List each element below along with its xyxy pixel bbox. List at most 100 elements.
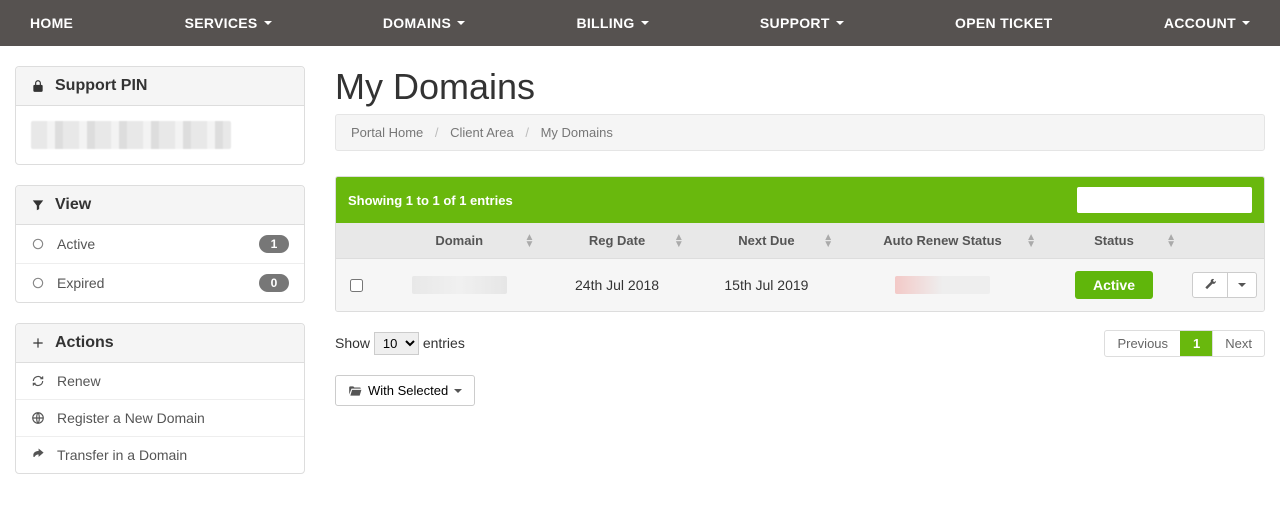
with-selected-label: With Selected	[368, 383, 448, 398]
nav-billing-label: BILLING	[576, 15, 634, 31]
caret-down-icon	[1238, 283, 1246, 287]
col-domain[interactable]: Domain ▲▼	[376, 223, 542, 259]
col-reg-date-label: Reg Date	[589, 233, 645, 248]
breadcrumb-portal-home[interactable]: Portal Home	[351, 125, 423, 140]
with-selected-button[interactable]: With Selected	[335, 375, 475, 406]
pagination-prev[interactable]: Previous	[1105, 331, 1180, 356]
table-search-input[interactable]	[1077, 187, 1252, 213]
caret-down-icon	[454, 389, 462, 393]
caret-down-icon	[641, 21, 649, 25]
action-register-domain[interactable]: Register a New Domain	[16, 399, 304, 436]
action-label: Register a New Domain	[57, 410, 205, 426]
view-panel: View Active 1 Expired 0	[15, 185, 305, 303]
domain-name-redacted	[412, 276, 507, 294]
page-title: My Domains	[335, 66, 1265, 108]
nav-support[interactable]: SUPPORT	[760, 15, 844, 31]
view-item-label: Active	[57, 236, 95, 252]
sort-icon: ▲▼	[674, 234, 684, 248]
sort-icon: ▲▼	[524, 234, 534, 248]
cell-reg-date: 24th Jul 2018	[542, 259, 691, 312]
entries-select[interactable]: 10	[374, 332, 419, 355]
action-renew[interactable]: Renew	[16, 363, 304, 399]
support-pin-title: Support PIN	[55, 77, 147, 95]
row-actions	[1192, 272, 1257, 298]
circle-icon	[31, 276, 45, 290]
breadcrumb-sep: /	[525, 125, 529, 140]
col-auto-renew[interactable]: Auto Renew Status ▲▼	[841, 223, 1044, 259]
breadcrumb-client-area[interactable]: Client Area	[450, 125, 514, 140]
caret-down-icon	[264, 21, 272, 25]
domains-table: Domain ▲▼ Reg Date ▲▼ Next Due ▲▼ Auto	[336, 223, 1264, 311]
actions-panel: Actions Renew Register a New Domain Tran…	[15, 323, 305, 474]
support-pin-heading: Support PIN	[16, 67, 304, 106]
pagination-next[interactable]: Next	[1212, 331, 1264, 356]
col-next-due[interactable]: Next Due ▲▼	[692, 223, 841, 259]
nav-account-label: ACCOUNT	[1164, 15, 1236, 31]
main-content: My Domains Portal Home / Client Area / M…	[335, 66, 1265, 494]
view-item-count-badge: 1	[259, 235, 289, 253]
nav-account[interactable]: ACCOUNT	[1164, 15, 1250, 31]
show-label-post: entries	[423, 335, 465, 351]
actions-title: Actions	[55, 334, 114, 352]
nav-billing[interactable]: BILLING	[576, 15, 648, 31]
row-dropdown-button[interactable]	[1228, 272, 1257, 298]
col-domain-label: Domain	[435, 233, 483, 248]
nav-support-label: SUPPORT	[760, 15, 830, 31]
nav-home-label: HOME	[30, 15, 73, 31]
wrench-icon	[1203, 278, 1217, 292]
caret-down-icon	[836, 21, 844, 25]
row-checkbox[interactable]	[350, 279, 363, 292]
nav-domains[interactable]: DOMAINS	[383, 15, 465, 31]
view-title: View	[55, 196, 91, 214]
circle-icon	[31, 237, 45, 251]
pagination: Previous 1 Next	[1104, 330, 1265, 357]
pagination-page-1[interactable]: 1	[1180, 331, 1212, 356]
action-label: Renew	[57, 373, 101, 389]
col-reg-date[interactable]: Reg Date ▲▼	[542, 223, 691, 259]
nav-open-ticket[interactable]: OPEN TICKET	[955, 15, 1052, 31]
lock-icon	[31, 79, 45, 93]
auto-renew-redacted	[895, 276, 990, 294]
nav-home[interactable]: HOME	[30, 15, 73, 31]
sort-icon: ▲▼	[1026, 234, 1036, 248]
folder-open-icon	[348, 384, 362, 398]
caret-down-icon	[457, 21, 465, 25]
nav-services[interactable]: SERVICES	[185, 15, 272, 31]
caret-down-icon	[1242, 21, 1250, 25]
table-info-bar: Showing 1 to 1 of 1 entries	[336, 177, 1264, 223]
top-navbar: HOME SERVICES DOMAINS BILLING SUPPORT OP…	[0, 0, 1280, 46]
view-item-label: Expired	[57, 275, 104, 291]
col-status-label: Status	[1094, 233, 1134, 248]
breadcrumb-current: My Domains	[541, 125, 613, 140]
domains-table-wrap: Showing 1 to 1 of 1 entries Domain ▲▼ Re…	[335, 176, 1265, 312]
breadcrumb: Portal Home / Client Area / My Domains	[335, 114, 1265, 151]
plus-icon	[31, 336, 45, 350]
show-label-pre: Show	[335, 335, 370, 351]
nav-open-ticket-label: OPEN TICKET	[955, 15, 1052, 31]
table-info-text: Showing 1 to 1 of 1 entries	[348, 193, 513, 208]
view-item-count-badge: 0	[259, 274, 289, 292]
breadcrumb-sep: /	[435, 125, 439, 140]
status-badge: Active	[1075, 271, 1153, 299]
action-label: Transfer in a Domain	[57, 447, 187, 463]
manage-button[interactable]	[1192, 272, 1228, 298]
actions-heading: Actions	[16, 324, 304, 363]
view-heading: View	[16, 186, 304, 225]
support-pin-panel: Support PIN	[15, 66, 305, 165]
sort-icon: ▲▼	[1166, 234, 1176, 248]
with-selected-wrap: With Selected	[335, 375, 1265, 406]
col-auto-renew-label: Auto Renew Status	[883, 233, 1001, 248]
filter-icon	[31, 198, 45, 212]
sidebar: Support PIN View Active 1 Expired	[15, 66, 305, 494]
action-transfer-domain[interactable]: Transfer in a Domain	[16, 436, 304, 473]
view-item-active[interactable]: Active 1	[16, 225, 304, 263]
table-row[interactable]: 24th Jul 2018 15th Jul 2019 Active	[336, 259, 1264, 312]
support-pin-value-redacted	[31, 121, 231, 149]
view-item-expired[interactable]: Expired 0	[16, 263, 304, 302]
share-arrow-icon	[31, 448, 45, 462]
cell-next-due: 15th Jul 2019	[692, 259, 841, 312]
refresh-icon	[31, 374, 45, 388]
nav-domains-label: DOMAINS	[383, 15, 451, 31]
col-status[interactable]: Status ▲▼	[1044, 223, 1184, 259]
globe-icon	[31, 411, 45, 425]
